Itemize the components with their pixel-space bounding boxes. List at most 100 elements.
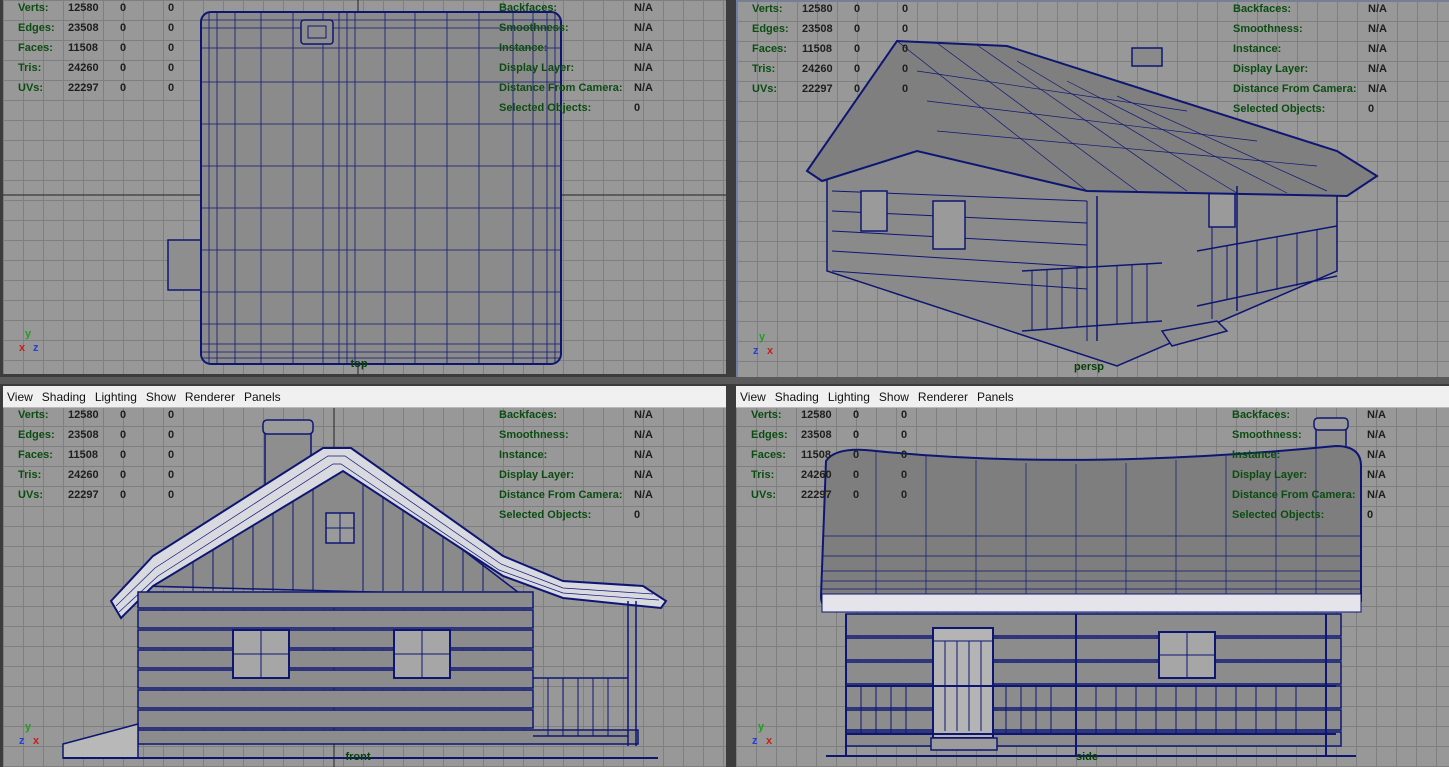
- side-view-model: [819, 417, 1362, 757]
- axis-z-label: z: [33, 342, 39, 354]
- hud-stat-label: Faces:: [18, 449, 53, 461]
- hud-stat-tris-selected: 0: [902, 63, 909, 75]
- hud-stat-value: 23508: [68, 22, 99, 34]
- hud-stat-label: Tris:: [18, 469, 42, 481]
- hud-info-label: Smoothness:: [499, 429, 569, 441]
- hud-info-value: N/A: [1367, 429, 1386, 441]
- hud-stat-tris-selected: 0: [168, 62, 175, 74]
- menu-renderer[interactable]: Renderer: [185, 390, 235, 404]
- hud-info-label: Smoothness:: [1232, 429, 1302, 441]
- hud-info-label: Selected Objects:: [499, 102, 592, 114]
- axis-x-label: x: [33, 735, 40, 747]
- hud-stat-tris-selected: 0: [901, 409, 908, 421]
- hud-stat-tris-selected: 0: [168, 22, 175, 34]
- hud-info-value: N/A: [1368, 23, 1387, 35]
- viewport-menu-bar: View Shading Lighting Show Renderer Pane…: [3, 386, 726, 408]
- hud-stat-selected: 0: [854, 43, 861, 55]
- hud-stat-label: Faces:: [751, 449, 786, 461]
- hud-info-value: N/A: [1368, 43, 1387, 55]
- hud-stat-selected: 0: [120, 22, 127, 34]
- hud-stat-tris-selected: 0: [902, 83, 909, 95]
- camera-name-label: persp: [1074, 361, 1104, 373]
- hud-stat-value: 12580: [68, 409, 99, 421]
- hud-stat-tris-selected: 0: [168, 449, 175, 461]
- viewport-side[interactable]: View Shading Lighting Show Renderer Pane…: [736, 386, 1449, 767]
- hud-info-value: N/A: [1368, 63, 1387, 75]
- hud-stat-selected: 0: [120, 2, 127, 14]
- viewport-separator-horizontal[interactable]: [0, 377, 1449, 384]
- hud-info-value: N/A: [1367, 449, 1386, 461]
- hud-stat-selected: 0: [853, 489, 860, 501]
- hud-info-label: Distance From Camera:: [1232, 489, 1356, 501]
- hud-info-label: Smoothness:: [499, 22, 569, 34]
- hud-stat-value: 12580: [68, 2, 99, 14]
- menu-panels[interactable]: Panels: [244, 390, 281, 404]
- hud-stat-selected: 0: [120, 62, 127, 74]
- hud-info-value: 0: [1368, 103, 1375, 115]
- hud-info-label: Instance:: [499, 42, 548, 54]
- hud-info-label: Instance:: [1232, 449, 1281, 461]
- hud-stat-label: Tris:: [18, 62, 42, 74]
- menu-show[interactable]: Show: [146, 390, 176, 404]
- hud-info-value: N/A: [634, 42, 653, 54]
- hud-stat-value: 11508: [802, 43, 832, 55]
- hud-stat-value: 24260: [802, 63, 833, 75]
- hud-stat-value: 24260: [801, 469, 832, 481]
- axis-z-label: z: [752, 735, 758, 747]
- hud-info-label: Backfaces:: [1233, 3, 1292, 15]
- hud-info-value: N/A: [1367, 409, 1386, 421]
- hud-stat-tris-selected: 0: [902, 23, 909, 35]
- hud-stat-value: 23508: [802, 23, 833, 35]
- viewport-persp[interactable]: Verts: 12580 0 0 Edges: 23508 0 0 Faces: 11508 0 0 T…: [736, 0, 1449, 378]
- menu-panels[interactable]: Panels: [977, 390, 1014, 404]
- axis-y-label: y: [758, 721, 765, 733]
- hud-stat-value: 22297: [68, 489, 99, 501]
- hud-info-label: Smoothness:: [1233, 23, 1303, 35]
- menu-lighting[interactable]: Lighting: [95, 390, 137, 404]
- axis-y-label: y: [25, 328, 32, 340]
- hud-info-value: N/A: [634, 22, 653, 34]
- hud-info-label: Instance:: [1233, 43, 1282, 55]
- hud-stat-label: Edges:: [18, 22, 55, 34]
- hud-stat-label: Faces:: [18, 42, 53, 54]
- hud-info-label: Selected Objects:: [499, 509, 592, 521]
- hud-stat-selected: 0: [853, 429, 860, 441]
- hud-info-value: 0: [634, 509, 641, 521]
- hud-info-label: Distance From Camera:: [1233, 83, 1357, 95]
- hud-stat-tris-selected: 0: [902, 43, 909, 55]
- hud-info-value: N/A: [634, 489, 653, 501]
- hud-stat-selected: 0: [120, 42, 127, 54]
- menu-show[interactable]: Show: [879, 390, 909, 404]
- axis-x-label: x: [767, 345, 774, 357]
- menu-shading[interactable]: Shading: [42, 390, 86, 404]
- hud-info-label: Selected Objects:: [1232, 509, 1325, 521]
- viewport-top[interactable]: Verts: 12580 0 0 Edges: 23508 0 0 Faces: 11508 0 0 T…: [3, 0, 726, 374]
- hud-stat-selected: 0: [854, 63, 861, 75]
- hud-stat-label: Tris:: [751, 469, 775, 481]
- hud-info-label: Distance From Camera:: [499, 489, 623, 501]
- axis-y-label: y: [25, 721, 32, 733]
- hud-info-value: 0: [634, 102, 641, 114]
- hud-stat-tris-selected: 0: [168, 82, 175, 94]
- camera-name-label: front: [345, 751, 371, 763]
- viewport-front[interactable]: View Shading Lighting Show Renderer Pane…: [3, 386, 726, 767]
- menu-view[interactable]: View: [740, 390, 766, 404]
- menu-shading[interactable]: Shading: [775, 390, 819, 404]
- hud-info-value: N/A: [1368, 3, 1387, 15]
- hud-stat-value: 12580: [802, 3, 833, 15]
- menu-lighting[interactable]: Lighting: [828, 390, 870, 404]
- hud-stat-selected: 0: [854, 3, 861, 15]
- hud-stat-tris-selected: 0: [902, 3, 909, 15]
- hud-info-value: N/A: [634, 82, 653, 94]
- hud-stat-value: 11508: [68, 42, 98, 54]
- axis-y-label: y: [759, 331, 766, 343]
- hud-stat-label: Edges:: [751, 429, 788, 441]
- hud-info-label: Display Layer:: [1232, 469, 1308, 481]
- hud-stat-selected: 0: [853, 409, 860, 421]
- menu-view[interactable]: View: [7, 390, 33, 404]
- hud-stat-tris-selected: 0: [168, 2, 175, 14]
- hud-stat-selected: 0: [120, 429, 127, 441]
- hud-stat-selected: 0: [120, 82, 127, 94]
- menu-renderer[interactable]: Renderer: [918, 390, 968, 404]
- axis-z-label: z: [19, 735, 25, 747]
